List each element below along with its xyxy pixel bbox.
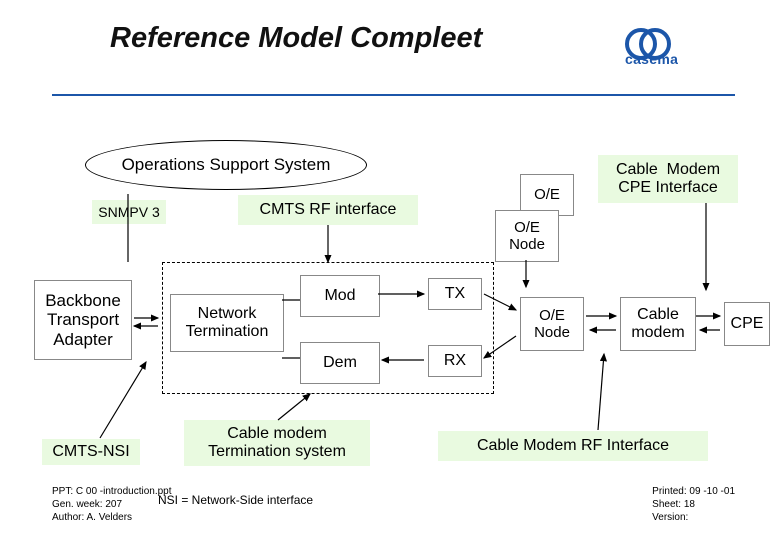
rx-box: RX — [428, 345, 482, 377]
cmts-nsi-label: CMTS-NSI — [42, 439, 140, 465]
brand-logo: casema — [625, 25, 735, 65]
footer-left: PPT: C 00 -introduction.ppt Gen. week: 2… — [52, 485, 172, 524]
footer-ppt: PPT: C 00 -introduction.ppt — [52, 485, 172, 498]
oe-node-mid: O/E Node — [520, 297, 584, 351]
oe-node-top: O/E Node — [495, 210, 559, 262]
footer-right: Printed: 09 -10 -01 Sheet: 18 Version: — [652, 485, 735, 524]
brand-name: casema — [625, 51, 678, 67]
footer-printed: Printed: 09 -10 -01 — [652, 485, 735, 498]
oss-ellipse: Operations Support System — [85, 140, 367, 190]
slide-title: Reference Model Compleet — [110, 22, 482, 55]
cable-modem-rf-interface-label: Cable Modem RF Interface — [438, 431, 708, 461]
cable-modem-termination-system-label: Cable modem Termination system — [184, 420, 370, 466]
mod-box: Mod — [300, 275, 380, 317]
nsi-definition: NSI = Network-Side interface — [158, 493, 313, 507]
cm-cpe-interface-label: Cable Modem CPE Interface — [598, 155, 738, 203]
snmpv3-label: SNMPV 3 — [92, 200, 166, 224]
footer-sheet: Sheet: 18 — [652, 498, 735, 511]
cpe-box: CPE — [724, 302, 770, 346]
cable-modem-box: Cable modem — [620, 297, 696, 351]
dem-box: Dem — [300, 342, 380, 384]
footer-author: Author: A. Velders — [52, 511, 172, 524]
footer-week: Gen. week: 207 — [52, 498, 172, 511]
cmts-rf-interface-label: CMTS RF interface — [238, 195, 418, 225]
backbone-transport-adapter: Backbone Transport Adapter — [34, 280, 132, 360]
network-termination: Network Termination — [170, 294, 284, 352]
title-divider — [52, 94, 735, 96]
tx-box: TX — [428, 278, 482, 310]
footer-version: Version: — [652, 511, 735, 524]
